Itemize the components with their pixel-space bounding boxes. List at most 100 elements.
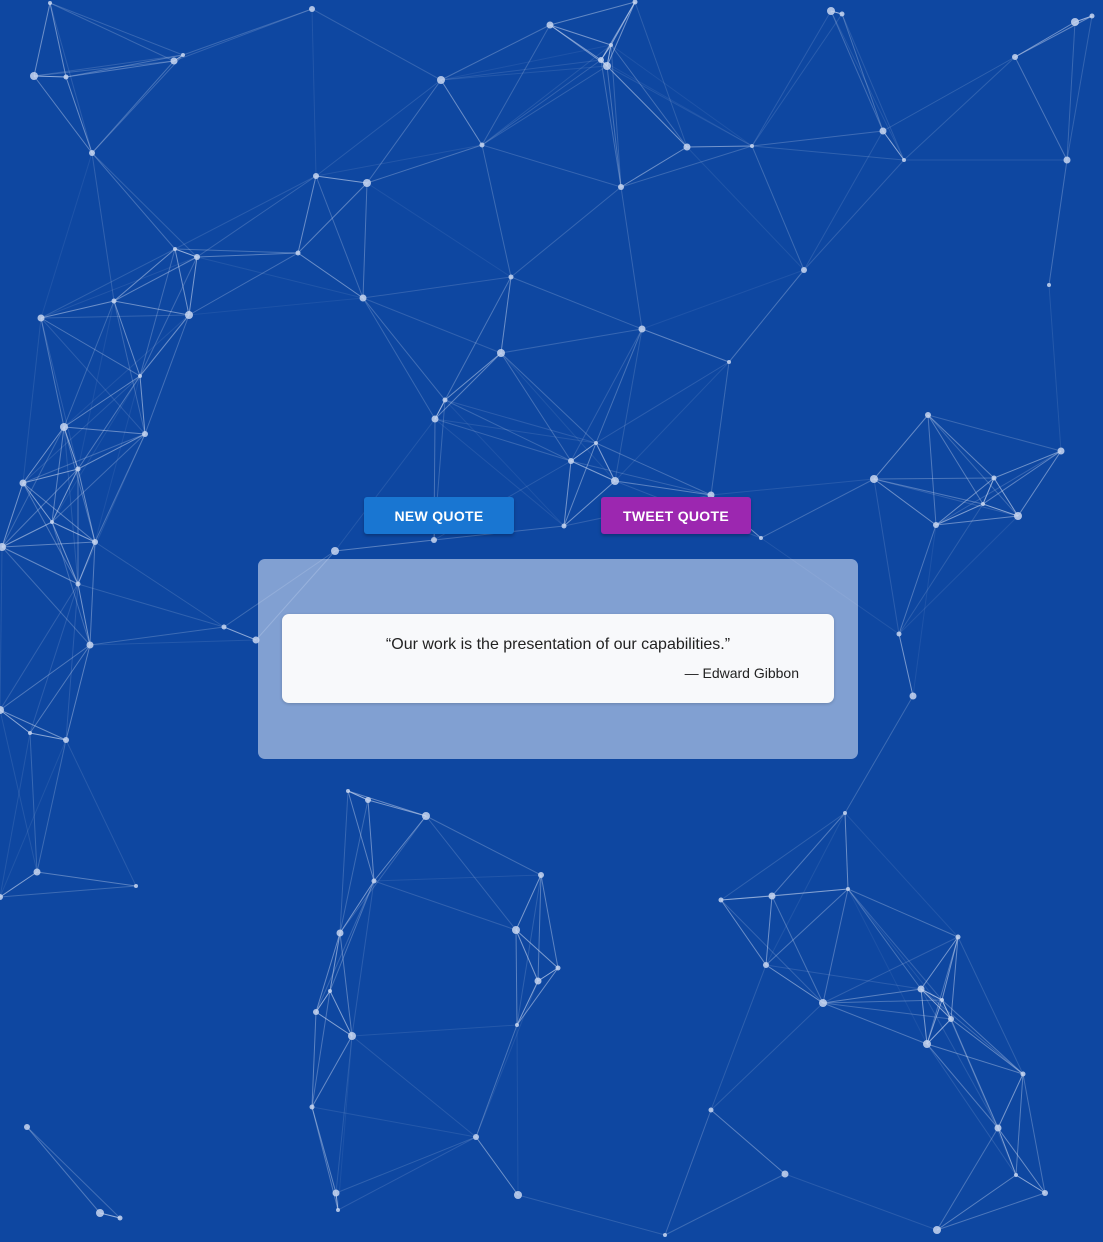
- network-line: [366, 144, 483, 184]
- network-line: [1, 546, 79, 585]
- network-line: [936, 1192, 1046, 1231]
- network-line: [610, 44, 688, 148]
- network-line: [765, 964, 922, 990]
- network-node: [336, 1208, 340, 1212]
- network-node: [1047, 283, 1051, 287]
- network-node: [359, 294, 367, 302]
- network-line: [40, 152, 93, 319]
- network-line: [196, 252, 299, 258]
- network-node: [827, 7, 835, 15]
- network-line: [997, 1127, 1017, 1176]
- network-line: [51, 521, 91, 646]
- network-line: [351, 1024, 518, 1037]
- network-line: [634, 1, 688, 148]
- network-node: [514, 1191, 522, 1199]
- network-node: [181, 53, 185, 57]
- network-line: [77, 300, 115, 470]
- network-node: [683, 143, 691, 151]
- network-line: [510, 186, 622, 278]
- network-line: [22, 317, 42, 484]
- network-node: [603, 62, 611, 70]
- network-line: [26, 1126, 121, 1219]
- network-node: [497, 349, 505, 357]
- network-line: [77, 583, 91, 646]
- network-line: [847, 888, 922, 990]
- network-line: [926, 1043, 1017, 1176]
- network-node: [473, 1134, 479, 1140]
- network-line: [26, 1126, 101, 1214]
- network-line: [1, 482, 24, 548]
- network-node: [768, 892, 776, 900]
- network-line: [847, 888, 952, 1020]
- network-line: [33, 75, 93, 154]
- network-line: [174, 248, 190, 316]
- network-line: [434, 418, 572, 462]
- network-line: [570, 460, 616, 482]
- network-node: [371, 878, 377, 884]
- network-line: [1048, 284, 1062, 452]
- network-line: [751, 130, 884, 147]
- network-line: [710, 361, 730, 496]
- network-line: [927, 414, 937, 526]
- network-line: [174, 175, 317, 250]
- network-line: [873, 414, 929, 480]
- network-line: [89, 626, 225, 646]
- network-node: [111, 298, 117, 304]
- network-line: [339, 815, 427, 934]
- new-quote-button[interactable]: NEW QUOTE: [364, 497, 514, 534]
- network-line: [351, 880, 375, 1037]
- network-node: [89, 150, 95, 156]
- network-line: [77, 468, 96, 543]
- network-line: [65, 76, 93, 154]
- network-line: [481, 65, 608, 146]
- network-line: [0, 546, 3, 711]
- network-line: [1014, 56, 1068, 161]
- network-node: [843, 811, 847, 815]
- network-node: [663, 1233, 667, 1237]
- quote-panel: “Our work is the presentation of our cap…: [258, 559, 858, 759]
- network-node: [309, 1104, 315, 1110]
- network-line: [77, 433, 146, 470]
- network-line: [0, 885, 137, 898]
- network-line: [362, 297, 436, 420]
- network-node: [917, 985, 925, 993]
- network-line: [903, 56, 1016, 161]
- network-line: [40, 317, 79, 470]
- network-node: [759, 536, 763, 540]
- network-line: [935, 477, 995, 526]
- network-line: [844, 812, 959, 938]
- network-line: [440, 79, 483, 146]
- network-line: [51, 468, 79, 523]
- network-node: [1057, 447, 1065, 455]
- network-line: [549, 24, 612, 46]
- network-line: [434, 276, 512, 420]
- network-line: [63, 300, 115, 428]
- network-line: [926, 1043, 999, 1129]
- network-line: [912, 524, 937, 697]
- network-line: [362, 297, 446, 401]
- network-line: [481, 24, 551, 146]
- network-line: [926, 1043, 1024, 1075]
- network-line: [540, 874, 559, 969]
- network-line: [595, 328, 643, 444]
- network-line: [537, 967, 559, 982]
- network-line: [311, 8, 317, 177]
- network-line: [515, 929, 539, 982]
- tweet-quote-button[interactable]: TWEET QUOTE: [601, 497, 751, 534]
- network-line: [373, 815, 427, 882]
- network-node: [1014, 1173, 1018, 1177]
- network-line: [641, 328, 730, 363]
- network-node: [718, 897, 724, 903]
- network-line: [898, 524, 937, 635]
- quote-text: “Our work is the presentation of our cap…: [385, 636, 731, 653]
- network-line: [475, 980, 539, 1138]
- network-line: [760, 478, 875, 539]
- network-node: [981, 502, 985, 506]
- network-line: [500, 352, 616, 482]
- network-line: [36, 739, 67, 873]
- network-line: [771, 895, 824, 1004]
- network-line: [63, 314, 190, 428]
- network-node: [479, 142, 485, 148]
- network-line: [182, 8, 313, 56]
- network-line: [516, 1024, 519, 1196]
